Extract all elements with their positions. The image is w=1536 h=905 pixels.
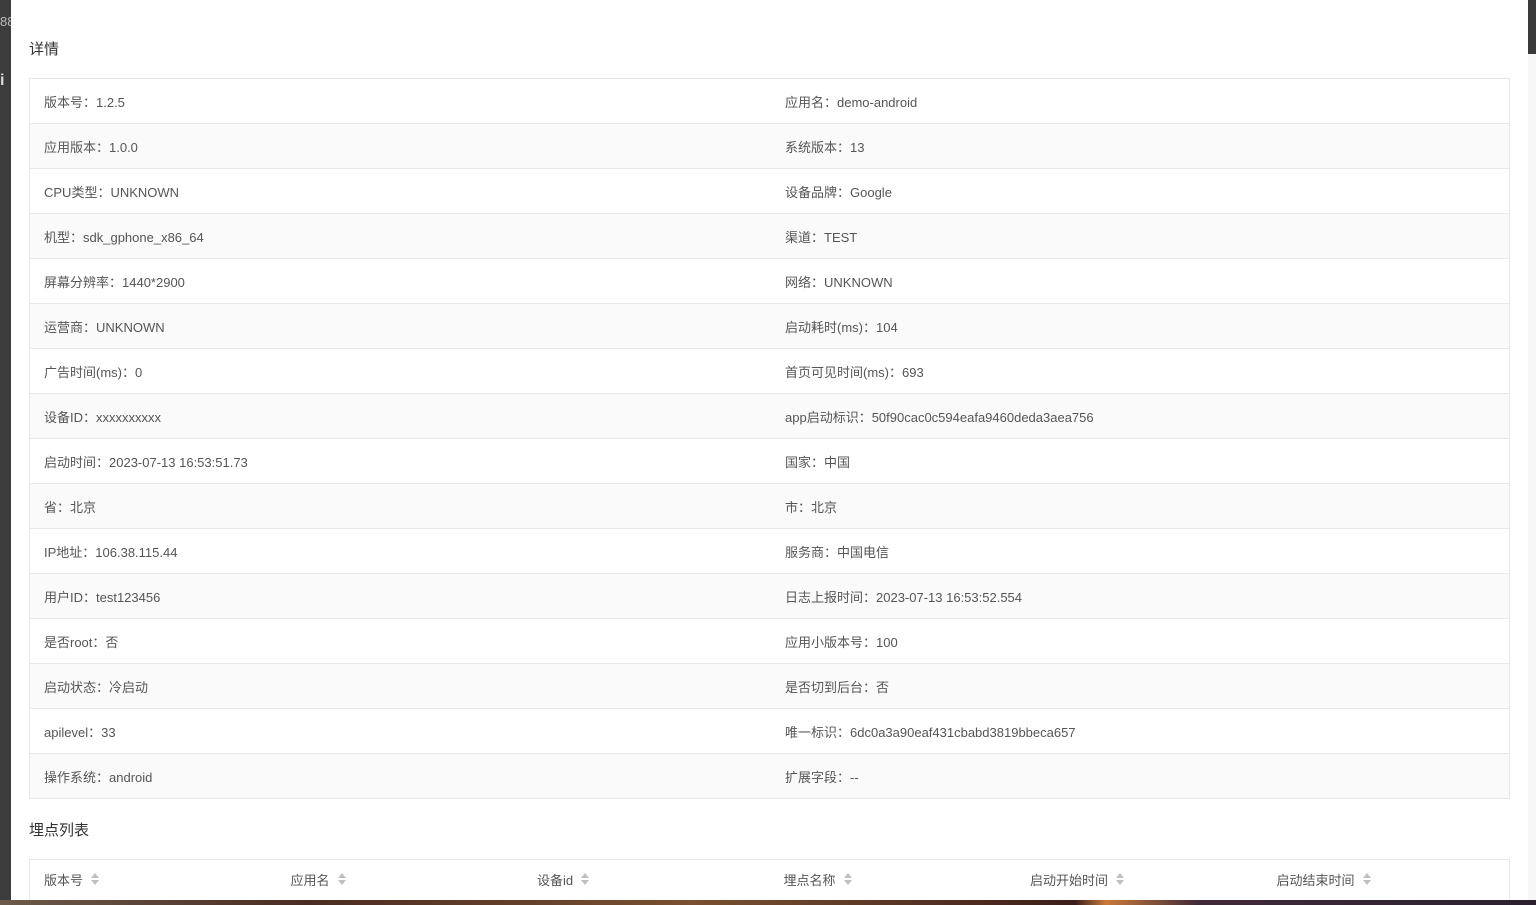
sort-ascending-icon[interactable] xyxy=(581,873,590,878)
column-header[interactable]: 应用名 xyxy=(277,860,524,898)
detail-item-left: 机型：sdk_gphone_x86_64 xyxy=(44,229,204,245)
background-glyph: i xyxy=(0,72,5,89)
background-page-right xyxy=(1528,0,1536,905)
sort-descending-icon[interactable] xyxy=(581,880,590,885)
details-row: 版本号：1.2.5 应用名：demo-android xyxy=(30,79,1509,124)
sort-icon[interactable] xyxy=(843,873,852,885)
column-header[interactable]: 埋点名称 xyxy=(770,860,1017,898)
details-row: 屏幕分辨率：1440*2900 网络：UNKNOWN xyxy=(30,259,1509,304)
column-header-label: 设备id xyxy=(537,872,574,888)
detail-item-right: 网络：UNKNOWN xyxy=(785,274,893,290)
details-row: 应用版本：1.0.0 系统版本：13 xyxy=(30,124,1509,169)
detail-item-right: 国家：中国 xyxy=(785,454,851,470)
detail-item-right: 设备品牌：Google xyxy=(785,184,892,200)
detail-item-right: 首页可见时间(ms)：693 xyxy=(785,364,924,380)
details-row: 运营商：UNKNOWN 启动耗时(ms)：104 xyxy=(30,304,1509,349)
detail-item-left: 操作系统：android xyxy=(44,769,153,785)
column-header[interactable]: 设备id xyxy=(523,860,770,898)
detail-item-left: 是否root：否 xyxy=(44,634,119,650)
background-page-left: 88 i xyxy=(0,0,14,905)
sort-ascending-icon[interactable] xyxy=(1116,873,1125,878)
detail-item-left: 广告时间(ms)：0 xyxy=(44,364,143,380)
column-header-label: 启动开始时间 xyxy=(1030,872,1109,888)
detail-item-left: 应用版本：1.0.0 xyxy=(44,139,138,155)
details-row: apilevel：33 唯一标识：6dc0a3a90eaf431cbabd3819… xyxy=(30,709,1509,754)
detail-item-left: 省：北京 xyxy=(44,499,97,515)
detail-item-left: 用户ID：test123456 xyxy=(44,589,161,605)
details-section-title: 详情 xyxy=(29,41,60,58)
details-table: 版本号：1.2.5 应用名：demo-android 应用版本：1.0.0 系统版本：… xyxy=(29,78,1510,799)
detail-item-right: 服务商：中国电信 xyxy=(785,544,890,560)
detail-item-left: 版本号：1.2.5 xyxy=(44,94,125,110)
sort-icon[interactable] xyxy=(337,873,346,885)
detail-item-left: IP地址：106.38.115.44 xyxy=(44,544,178,560)
details-row: 启动时间：2023-07-13 16:53:51.73 国家：中国 xyxy=(30,439,1509,484)
sort-icon[interactable] xyxy=(581,873,590,885)
detail-item-right: app启动标识：50f90cac0c594eafa9460deda3aea756 xyxy=(785,409,1094,425)
event-list-table-header: 版本号 应用名 设备id 埋点名称 启动开始时间 启动结束时间 xyxy=(29,859,1510,900)
sort-descending-icon[interactable] xyxy=(1116,880,1125,885)
sort-ascending-icon[interactable] xyxy=(1362,873,1371,878)
details-row: 设备ID：xxxxxxxxxx app启动标识：50f90cac0c594eafa… xyxy=(30,394,1509,439)
details-row: 机型：sdk_gphone_x86_64 渠道：TEST xyxy=(30,214,1509,259)
detail-item-right: 应用小版本号：100 xyxy=(785,634,898,650)
detail-item-left: 屏幕分辨率：1440*2900 xyxy=(44,274,185,290)
detail-item-left: apilevel：33 xyxy=(44,724,116,740)
detail-item-right: 日志上报时间：2023-07-13 16:53:52.554 xyxy=(785,589,1023,605)
detail-item-left: 设备ID：xxxxxxxxxx xyxy=(44,409,162,425)
detail-item-right: 唯一标识：6dc0a3a90eaf431cbabd3819bbeca657 xyxy=(785,724,1076,740)
background-page-bottom xyxy=(0,900,1536,905)
details-row: IP地址：106.38.115.44 服务商：中国电信 xyxy=(30,529,1509,574)
sort-icon[interactable] xyxy=(1116,873,1125,885)
event-list-title: 埋点列表 xyxy=(29,822,90,839)
detail-item-left: 启动时间：2023-07-13 16:53:51.73 xyxy=(44,454,248,470)
detail-item-left: 启动状态：冷启动 xyxy=(44,679,149,695)
column-header-label: 埋点名称 xyxy=(783,872,836,888)
detail-modal: 详情 版本号：1.2.5 应用名：demo-android 应用版本：1.0.0 系统… xyxy=(11,0,1528,900)
detail-item-right: 市：北京 xyxy=(785,499,838,515)
detail-item-right: 系统版本：13 xyxy=(785,139,865,155)
detail-item-right: 启动耗时(ms)：104 xyxy=(785,319,898,335)
column-header-label: 启动结束时间 xyxy=(1276,872,1355,888)
sort-ascending-icon[interactable] xyxy=(91,873,100,878)
sort-icon[interactable] xyxy=(1362,873,1371,885)
sort-icon[interactable] xyxy=(91,873,100,885)
details-row: 省：北京 市：北京 xyxy=(30,484,1509,529)
details-row: CPU类型：UNKNOWN 设备品牌：Google xyxy=(30,169,1509,214)
detail-item-left: 运营商：UNKNOWN xyxy=(44,319,165,335)
detail-item-right: 是否切到后台：否 xyxy=(785,679,890,695)
sort-ascending-icon[interactable] xyxy=(843,873,852,878)
column-header[interactable]: 启动开始时间 xyxy=(1016,860,1263,898)
details-row: 启动状态：冷启动 是否切到后台：否 xyxy=(30,664,1509,709)
column-header-label: 版本号 xyxy=(44,872,84,888)
detail-item-right: 应用名：demo-android xyxy=(785,94,918,110)
details-row: 是否root：否 应用小版本号：100 xyxy=(30,619,1509,664)
detail-item-right: 扩展字段：-- xyxy=(785,769,859,785)
details-row: 操作系统：android 扩展字段：-- xyxy=(30,754,1509,798)
detail-item-right: 渠道：TEST xyxy=(785,229,858,245)
details-row: 用户ID：test123456 日志上报时间：2023-07-13 16:53:5… xyxy=(30,574,1509,619)
details-row: 广告时间(ms)：0 首页可见时间(ms)：693 xyxy=(30,349,1509,394)
column-header-label: 应用名 xyxy=(290,872,330,888)
detail-item-left: CPU类型：UNKNOWN xyxy=(44,184,180,200)
column-header[interactable]: 版本号 xyxy=(30,860,277,898)
sort-descending-icon[interactable] xyxy=(91,880,100,885)
sort-ascending-icon[interactable] xyxy=(337,873,346,878)
sort-descending-icon[interactable] xyxy=(843,880,852,885)
column-header[interactable]: 启动结束时间 xyxy=(1263,860,1510,898)
sort-descending-icon[interactable] xyxy=(337,880,346,885)
sort-descending-icon[interactable] xyxy=(1362,880,1371,885)
